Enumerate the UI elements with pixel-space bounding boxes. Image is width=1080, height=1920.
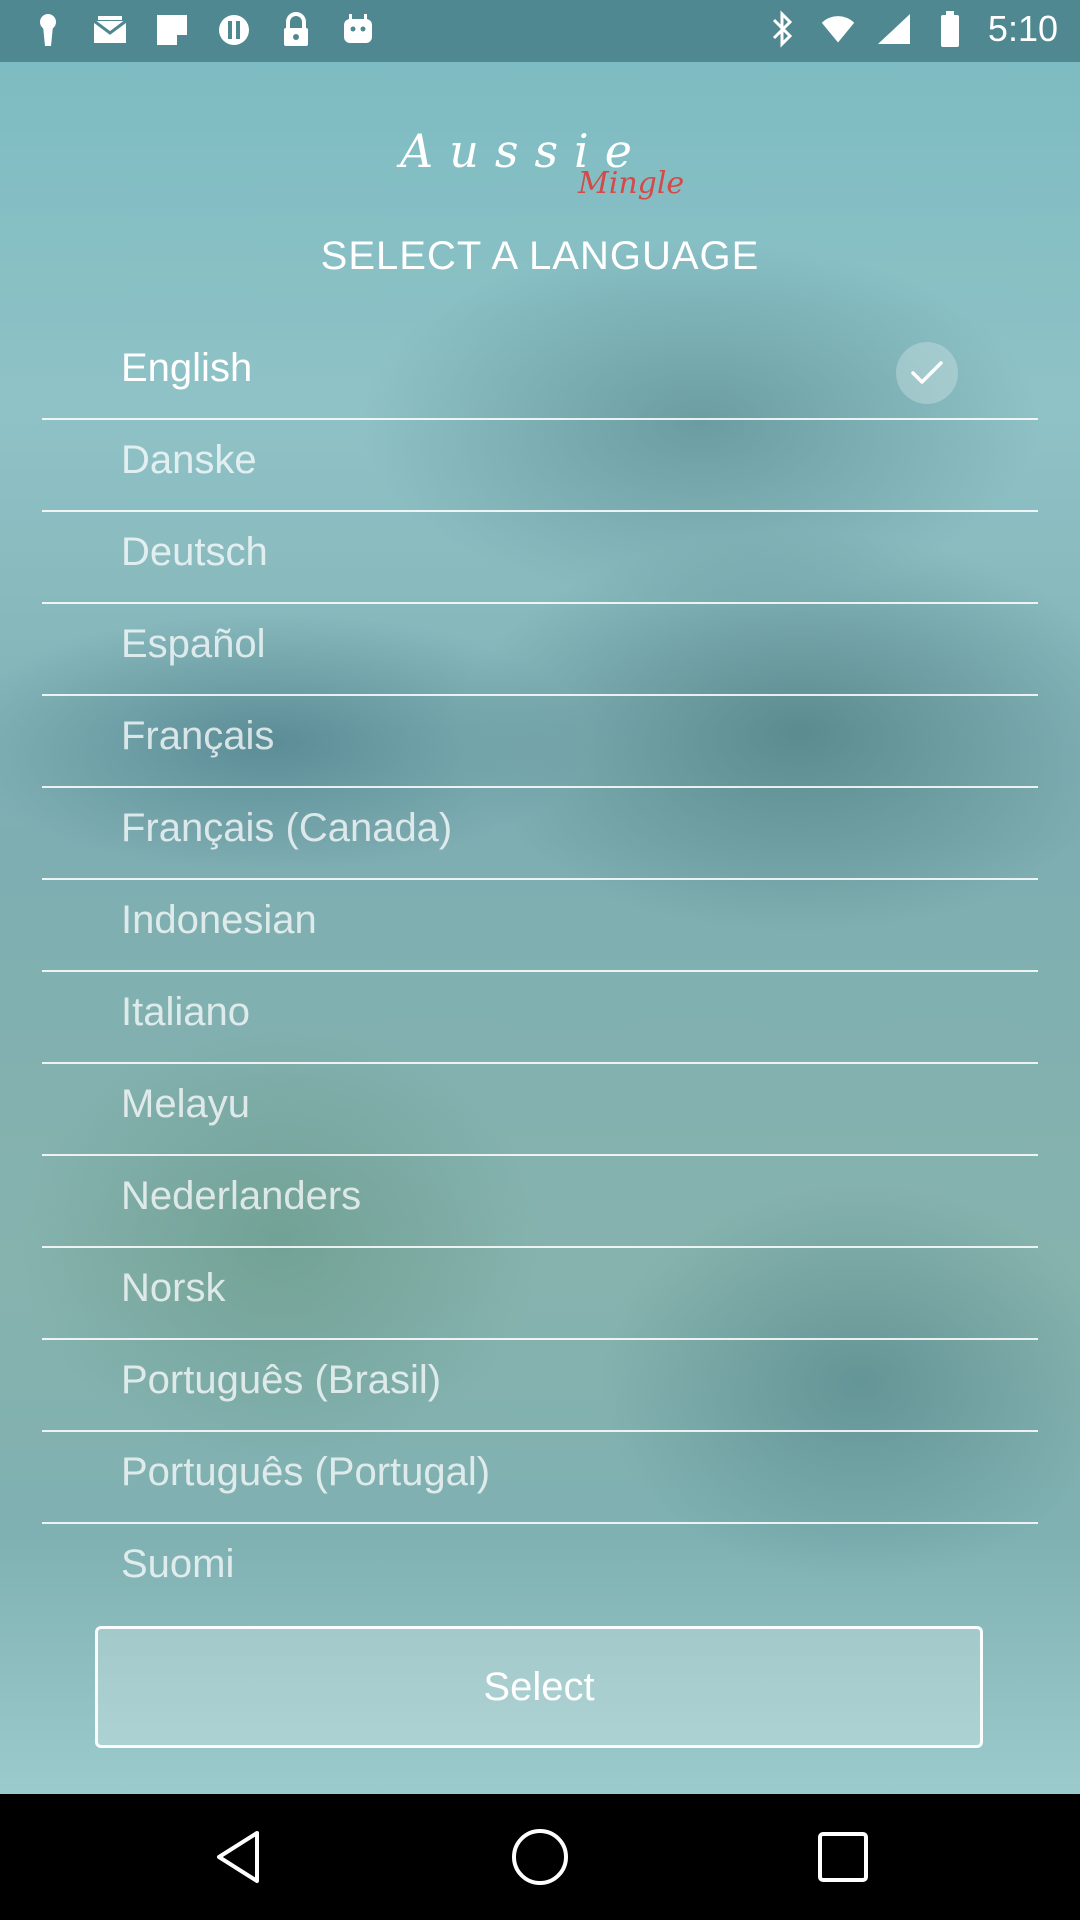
mail-icon bbox=[92, 10, 128, 50]
page-title: SELECT A LANGUAGE bbox=[320, 234, 760, 278]
language-label: Deutsch bbox=[121, 530, 268, 574]
language-label: Danske bbox=[121, 438, 257, 482]
android-icon bbox=[340, 10, 376, 50]
language-item-english[interactable]: English bbox=[42, 328, 1038, 420]
language-label: Suomi bbox=[121, 1542, 235, 1586]
lock-icon bbox=[278, 10, 314, 50]
language-label: Français (Canada) bbox=[121, 806, 453, 850]
language-item-francais-canada[interactable]: Français (Canada) bbox=[42, 788, 1038, 880]
language-label: Português (Brasil) bbox=[121, 1358, 442, 1402]
system-icons: 5:10 bbox=[764, 8, 1058, 50]
language-label: Português (Portugal) bbox=[121, 1450, 491, 1494]
language-item-deutsch[interactable]: Deutsch bbox=[42, 512, 1038, 604]
language-list: English Danske Deutsch Español Français … bbox=[42, 328, 1038, 1614]
language-label: Norsk bbox=[121, 1266, 226, 1310]
clock: 5:10 bbox=[987, 8, 1058, 49]
language-item-nederlanders[interactable]: Nederlanders bbox=[42, 1156, 1038, 1248]
language-item-melayu[interactable]: Melayu bbox=[42, 1064, 1038, 1156]
language-label: Indonesian bbox=[121, 898, 317, 942]
status-bar: 5:10 bbox=[0, 0, 1080, 62]
app-logo: Aussie Mingle bbox=[400, 124, 684, 214]
language-item-norsk[interactable]: Norsk bbox=[42, 1248, 1038, 1340]
recents-icon[interactable] bbox=[808, 1822, 878, 1892]
language-label: Nederlanders bbox=[121, 1174, 362, 1218]
home-icon[interactable] bbox=[505, 1822, 575, 1892]
notification-icons bbox=[30, 10, 376, 50]
navigation-bar bbox=[0, 1794, 1080, 1920]
language-label: Melayu bbox=[121, 1082, 250, 1126]
language-label: Français bbox=[121, 714, 275, 758]
back-icon[interactable] bbox=[203, 1822, 273, 1892]
wifi-icon bbox=[820, 9, 856, 49]
language-item-portugues-portugal[interactable]: Português (Portugal) bbox=[42, 1432, 1038, 1524]
alert-icon bbox=[216, 10, 252, 50]
language-item-indonesian[interactable]: Indonesian bbox=[42, 880, 1038, 972]
language-screen: Aussie Mingle SELECT A LANGUAGE English … bbox=[0, 62, 1080, 1794]
signal-icon bbox=[876, 9, 912, 49]
language-label: Italiano bbox=[121, 990, 250, 1034]
flipboard-icon bbox=[154, 10, 190, 50]
battery-icon bbox=[932, 9, 968, 49]
keyhole-icon bbox=[30, 10, 66, 50]
language-item-francais[interactable]: Français bbox=[42, 696, 1038, 788]
screen: 5:10 Aussie Mingle SELECT A LANGUAGE Eng… bbox=[0, 0, 1080, 1920]
select-button[interactable]: Select bbox=[95, 1626, 983, 1748]
bluetooth-icon bbox=[764, 9, 800, 49]
language-item-italiano[interactable]: Italiano bbox=[42, 972, 1038, 1064]
language-label: Español bbox=[121, 622, 266, 666]
logo-sub-text: Mingle bbox=[578, 166, 685, 201]
language-item-danske[interactable]: Danske bbox=[42, 420, 1038, 512]
language-item-suomi[interactable]: Suomi bbox=[42, 1524, 1038, 1614]
check-icon bbox=[896, 342, 958, 404]
language-label: English bbox=[121, 346, 253, 390]
language-item-espanol[interactable]: Español bbox=[42, 604, 1038, 696]
language-item-portugues-brasil[interactable]: Português (Brasil) bbox=[42, 1340, 1038, 1432]
